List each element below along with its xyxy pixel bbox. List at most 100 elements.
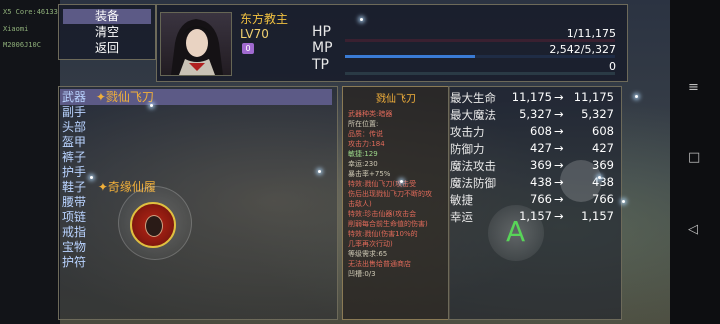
tooltip-line: 暴击率+75% [348, 170, 391, 178]
slot-label: 宝物 [62, 240, 87, 254]
arrow-icon: → [554, 90, 564, 104]
tooltip-line: 攻击力:184 [348, 140, 385, 148]
arrow-icon: → [554, 192, 564, 206]
slot-label: 护符 [62, 255, 87, 269]
hp-label: HP [312, 24, 331, 40]
equipped-item-name: ✦戮仙飞刀 [92, 90, 154, 104]
character-name: 东方教主 [240, 12, 289, 26]
home-icon[interactable]: □ [688, 150, 700, 165]
equipment-slot-row[interactable]: 副手 [62, 105, 156, 120]
sparkle-icon [150, 104, 153, 107]
tooltip-line: 所在位置: [348, 120, 379, 128]
tooltip-line: 无法出售给普通商店 [348, 260, 411, 268]
slot-label: 护手 [62, 165, 87, 179]
menu-equip-button[interactable]: 装备 [63, 9, 151, 24]
slot-label: 项链 [62, 210, 87, 224]
mp-label: MP [312, 40, 333, 56]
menu-back-button[interactable]: 返回 [63, 41, 151, 56]
slot-label: 戒指 [62, 225, 87, 239]
tp-bar-track [345, 72, 615, 75]
tp-label: TP [312, 57, 329, 73]
current-value: 766 [530, 192, 552, 206]
tooltip-title: 戮仙飞刀 [376, 94, 416, 105]
tooltip-line: 等级需求:65 [348, 250, 388, 258]
sparkle-icon [90, 176, 93, 179]
compare-row: 最大生命 11,175 → 11,175 [450, 90, 614, 107]
slot-label: 鞋子 [62, 180, 87, 194]
tooltip-line: 伤后出现戮仙飞刀不断的攻 [348, 190, 432, 198]
slot-label: 腰带 [62, 195, 87, 209]
tooltip-line: 特效:珍击仙器(攻击会 [348, 210, 417, 218]
new-value: 5,327 [581, 107, 614, 121]
new-value: 608 [592, 124, 614, 138]
equipment-slot-row[interactable]: 头部 [62, 120, 156, 135]
equipment-slot-row[interactable]: 裤子 [62, 150, 156, 165]
a-letter-icon: A [506, 215, 526, 248]
arrow-icon: → [554, 209, 564, 223]
current-value: 5,327 [519, 107, 552, 121]
tooltip-line: 特效:戮仙飞刀(攻击受 [348, 180, 417, 188]
slot-label: 头部 [62, 120, 87, 134]
equipment-slot-row[interactable]: 武器 ✦戮仙飞刀 [62, 90, 156, 105]
compare-row: 防御力 427 → 427 [450, 141, 614, 158]
hp-bar-track [345, 39, 615, 42]
mp-bar-fill [345, 55, 475, 58]
stat-label: 攻击力 [450, 125, 485, 139]
compare-row: 攻击力 608 → 608 [450, 124, 614, 141]
slot-label: 盔甲 [62, 135, 87, 149]
stat-label: 魔法防御 [450, 176, 496, 190]
current-value: 369 [530, 158, 552, 172]
stat-compare-list: 最大生命 11,175 → 11,175 最大魔法 5,327 → 5,327 攻击力 608 → 6… [450, 86, 614, 318]
tooltip-line: 削弱每合前生命值的伤害) [348, 220, 428, 228]
sparkle-icon [635, 95, 638, 98]
slot-label: 裤子 [62, 150, 87, 164]
sparkle-icon [360, 18, 363, 21]
stat-label: 最大魔法 [450, 108, 496, 122]
tooltip-line: 击敌人) [348, 200, 372, 208]
new-value: 11,175 [573, 90, 614, 104]
equipment-slot-row[interactable]: 盔甲 [62, 135, 156, 150]
main-menu: 装备 清空 返回 [58, 4, 156, 60]
slot-label: 副手 [62, 105, 87, 119]
tooltip-line: 幸运:230 [348, 160, 378, 168]
arrow-icon: → [554, 141, 564, 155]
character-face-icon [145, 215, 163, 237]
compare-row: 最大魔法 5,327 → 5,327 [450, 107, 614, 124]
arrow-icon: → [554, 107, 564, 121]
debug-line: Xiaomi [3, 25, 29, 33]
new-value: 427 [592, 141, 614, 155]
equipment-slot-row[interactable]: 护手 [62, 165, 156, 180]
character-level: LV70 [240, 27, 269, 41]
sparkle-icon [400, 180, 403, 183]
tooltip-line: 特效:戮仙(伤害10%的 [348, 230, 418, 238]
item-tooltip: 戮仙飞刀 武器种类:暗器 所在位置: 品质：传说攻击力:184 敏捷:129 幸运:23… [342, 86, 450, 320]
character-portrait [160, 12, 232, 76]
stat-label: 魔法攻击 [450, 159, 496, 173]
current-value: 608 [530, 124, 552, 138]
stat-label: 最大生命 [450, 91, 496, 105]
joystick-knob[interactable] [130, 202, 176, 248]
tooltip-line: 凹槽:0/3 [348, 270, 376, 278]
tooltip-line: 品质：传说 [348, 130, 383, 138]
menu-clear-button[interactable]: 清空 [63, 25, 151, 40]
rank-badge: 0 [242, 43, 254, 54]
sparkle-icon [318, 170, 321, 173]
tooltip-line: 武器种类:暗器 [348, 110, 393, 118]
current-value: 438 [530, 175, 552, 189]
sparkle-icon [598, 176, 601, 179]
action-a-button[interactable]: A [488, 205, 544, 261]
sparkle-icon [622, 200, 625, 203]
slot-label: 武器 [62, 90, 87, 104]
stat-label: 幸运 [450, 210, 473, 224]
new-value: 1,157 [581, 209, 614, 223]
stat-label: 防御力 [450, 142, 485, 156]
menu-icon[interactable]: ≡ [688, 80, 699, 95]
debug-line: X5 Core:46133 [3, 8, 58, 16]
mp-bar-track [345, 55, 615, 58]
back-icon[interactable]: ◁ [688, 222, 698, 237]
tooltip-line: 敏捷:129 [348, 150, 378, 158]
tooltip-line: 几率再次行动) [348, 240, 393, 248]
android-nav-bar: ≡ □ ◁ [670, 0, 720, 324]
secondary-button[interactable] [560, 160, 602, 202]
arrow-icon: → [554, 124, 564, 138]
